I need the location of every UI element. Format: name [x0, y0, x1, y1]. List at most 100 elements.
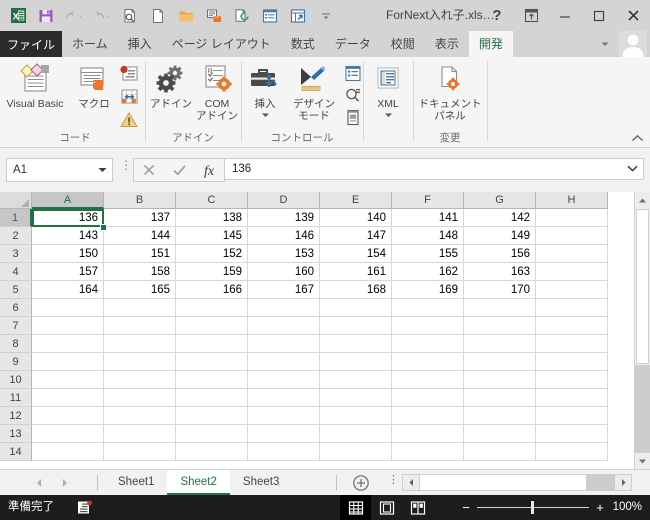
cell-C6[interactable]	[176, 299, 248, 317]
tab-formulas[interactable]: 数式	[281, 31, 325, 57]
select-all-button[interactable]	[0, 192, 32, 209]
insert-control-dropdown-icon[interactable]	[261, 109, 270, 121]
zoom-slider-thumb[interactable]	[531, 501, 534, 514]
cell-C11[interactable]	[176, 389, 248, 407]
cell-E5[interactable]: 168	[320, 281, 392, 299]
sheet-tab-sheet2[interactable]: Sheet2	[167, 470, 230, 495]
help-button[interactable]: ?	[480, 0, 514, 31]
run-dialog-button[interactable]	[342, 107, 364, 128]
cell-G7[interactable]	[464, 317, 536, 335]
cell-G10[interactable]	[464, 371, 536, 389]
row-header-5[interactable]: 5	[0, 281, 32, 299]
tab-overflow-icon[interactable]	[594, 31, 616, 57]
sheet-nav-next-button[interactable]	[52, 474, 78, 492]
print-preview-icon[interactable]	[116, 2, 144, 30]
cell-E9[interactable]	[320, 353, 392, 371]
xml-button[interactable]: XML	[365, 61, 411, 121]
column-header-E[interactable]: E	[320, 192, 392, 209]
cell-E10[interactable]	[320, 371, 392, 389]
tab-developer[interactable]: 開発	[468, 31, 513, 57]
cell-C12[interactable]	[176, 407, 248, 425]
cell-G6[interactable]	[464, 299, 536, 317]
zoom-in-button[interactable]: +	[589, 500, 611, 515]
collapse-ribbon-button[interactable]	[631, 134, 644, 145]
cell-F5[interactable]: 169	[392, 281, 464, 299]
cell-H8[interactable]	[536, 335, 608, 353]
sheet-tab-sheet1[interactable]: Sheet1	[105, 470, 167, 495]
cell-B1[interactable]: 137	[104, 209, 176, 227]
cell-A9[interactable]	[32, 353, 104, 371]
horizontal-scroll-thumb[interactable]	[419, 475, 587, 490]
cell-F1[interactable]: 141	[392, 209, 464, 227]
cell-D1[interactable]: 139	[248, 209, 320, 227]
xml-dropdown-icon[interactable]	[384, 109, 393, 121]
cell-G12[interactable]	[464, 407, 536, 425]
cell-B5[interactable]: 165	[104, 281, 176, 299]
properties-button[interactable]	[342, 63, 364, 84]
cell-A11[interactable]	[32, 389, 104, 407]
cell-E2[interactable]: 147	[320, 227, 392, 245]
row-header-2[interactable]: 2	[0, 227, 32, 245]
tab-file[interactable]: ファイル	[0, 31, 62, 57]
com-addins-button[interactable]: COM アドイン	[194, 61, 240, 122]
macro-security-button[interactable]	[118, 109, 140, 130]
cell-H11[interactable]	[536, 389, 608, 407]
cell-B10[interactable]	[104, 371, 176, 389]
vertical-scroll-track[interactable]	[635, 365, 650, 453]
cell-H7[interactable]	[536, 317, 608, 335]
use-relative-references-button[interactable]	[118, 86, 140, 107]
row-header-8[interactable]: 8	[0, 335, 32, 353]
refresh-icon[interactable]	[228, 2, 256, 30]
cell-H4[interactable]	[536, 263, 608, 281]
row-header-12[interactable]: 12	[0, 407, 32, 425]
tab-page-layout[interactable]: ページ レイアウト	[162, 31, 281, 57]
page-break-view-button[interactable]	[402, 495, 433, 520]
form-icon[interactable]	[256, 2, 284, 30]
cell-A7[interactable]	[32, 317, 104, 335]
view-code-button[interactable]	[342, 85, 364, 106]
scroll-left-button[interactable]	[403, 475, 419, 490]
name-box-dropdown-icon[interactable]	[92, 166, 112, 175]
cell-A1[interactable]: 136	[32, 209, 104, 227]
undo-icon[interactable]	[60, 2, 88, 30]
close-button[interactable]	[616, 0, 650, 31]
maximize-button[interactable]	[582, 0, 616, 31]
cell-G5[interactable]: 170	[464, 281, 536, 299]
tab-view[interactable]: 表示	[425, 31, 469, 57]
cell-D7[interactable]	[248, 317, 320, 335]
add-sheet-button[interactable]	[352, 474, 370, 492]
macro-button[interactable]: マクロ	[70, 61, 118, 110]
cell-H6[interactable]	[536, 299, 608, 317]
cell-D13[interactable]	[248, 425, 320, 443]
cell-G9[interactable]	[464, 353, 536, 371]
cell-A6[interactable]	[32, 299, 104, 317]
scroll-up-button[interactable]	[635, 192, 650, 208]
row-header-4[interactable]: 4	[0, 263, 32, 281]
cell-H5[interactable]	[536, 281, 608, 299]
cell-H2[interactable]	[536, 227, 608, 245]
minimize-button[interactable]	[548, 0, 582, 31]
cell-B12[interactable]	[104, 407, 176, 425]
cell-D4[interactable]: 160	[248, 263, 320, 281]
cell-C8[interactable]	[176, 335, 248, 353]
cell-G2[interactable]: 149	[464, 227, 536, 245]
column-header-G[interactable]: G	[464, 192, 536, 209]
row-header-7[interactable]: 7	[0, 317, 32, 335]
cell-C4[interactable]: 159	[176, 263, 248, 281]
formula-input[interactable]: 136	[224, 158, 644, 180]
cell-B2[interactable]: 144	[104, 227, 176, 245]
cell-C5[interactable]: 166	[176, 281, 248, 299]
cell-E1[interactable]: 140	[320, 209, 392, 227]
cell-F13[interactable]	[392, 425, 464, 443]
column-header-C[interactable]: C	[176, 192, 248, 209]
cell-F7[interactable]	[392, 317, 464, 335]
addins-button[interactable]: アドイン	[148, 61, 194, 110]
cell-F11[interactable]	[392, 389, 464, 407]
all-sheets-button[interactable]: ⋮	[388, 475, 399, 486]
column-header-B[interactable]: B	[104, 192, 176, 209]
cell-G8[interactable]	[464, 335, 536, 353]
scroll-down-button[interactable]	[635, 453, 650, 469]
cell-D6[interactable]	[248, 299, 320, 317]
cell-H1[interactable]	[536, 209, 608, 227]
cell-A10[interactable]	[32, 371, 104, 389]
